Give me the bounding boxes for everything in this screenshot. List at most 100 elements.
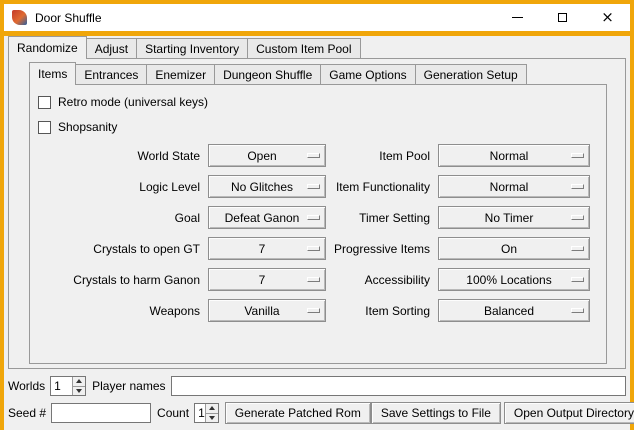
timer-setting-value: No Timer <box>485 211 544 225</box>
item-functionality-dropdown[interactable]: Normal <box>438 175 590 198</box>
crystals-ganon-row: Crystals to harm Ganon 7 <box>38 268 326 291</box>
spin-down-button[interactable] <box>206 413 218 423</box>
accessibility-row: Accessibility 100% Locations <box>326 268 590 291</box>
count-spinner-arrows <box>205 404 218 422</box>
worlds-spinner[interactable]: 1 <box>50 376 86 396</box>
progressive-items-row: Progressive Items On <box>326 237 590 260</box>
window-content: Randomize Adjust Starting Inventory Cust… <box>4 36 630 430</box>
dropdown-indicator-icon <box>571 184 584 189</box>
logic-level-value: No Glitches <box>231 180 303 194</box>
item-pool-value: Normal <box>490 149 539 163</box>
spin-up-button[interactable] <box>206 404 218 413</box>
bottom-controls: Worlds 1 Player names Seed # Count 1 <box>8 375 626 424</box>
crystals-gt-value: 7 <box>259 242 276 256</box>
crystals-ganon-value: 7 <box>259 273 276 287</box>
world-state-value: Open <box>247 149 286 163</box>
worlds-value: 1 <box>51 377 72 395</box>
shopsanity-label: Shopsanity <box>58 120 117 134</box>
goal-label: Goal <box>38 211 208 225</box>
progressive-items-dropdown[interactable]: On <box>438 237 590 260</box>
crystals-gt-row: Crystals to open GT 7 <box>38 237 326 260</box>
progressive-items-label: Progressive Items <box>326 242 438 256</box>
timer-setting-dropdown[interactable]: No Timer <box>438 206 590 229</box>
player-names-input[interactable] <box>171 376 627 396</box>
accessibility-label: Accessibility <box>326 273 438 287</box>
tab-enemizer[interactable]: Enemizer <box>146 64 215 84</box>
progressive-items-value: On <box>501 242 527 256</box>
item-pool-row: Item Pool Normal <box>326 144 590 167</box>
item-sorting-dropdown[interactable]: Balanced <box>438 299 590 322</box>
accessibility-value: 100% Locations <box>466 273 561 287</box>
maximize-icon <box>558 13 567 22</box>
logic-level-label: Logic Level <box>38 180 208 194</box>
tab-custom-item-pool[interactable]: Custom Item Pool <box>247 38 360 58</box>
item-functionality-row: Item Functionality Normal <box>326 175 590 198</box>
tab-adjust[interactable]: Adjust <box>86 38 137 58</box>
tab-game-options[interactable]: Game Options <box>320 64 415 84</box>
seed-row: Seed # Count 1 Generate Patched Rom Save… <box>8 402 626 424</box>
world-state-dropdown[interactable]: Open <box>208 144 326 167</box>
item-pool-dropdown[interactable]: Normal <box>438 144 590 167</box>
dropdown-indicator-icon <box>571 215 584 220</box>
logic-level-dropdown[interactable]: No Glitches <box>208 175 326 198</box>
crystals-ganon-dropdown[interactable]: 7 <box>208 268 326 291</box>
item-sorting-value: Balanced <box>484 304 544 318</box>
timer-setting-row: Timer Setting No Timer <box>326 206 590 229</box>
weapons-dropdown[interactable]: Vanilla <box>208 299 326 322</box>
tab-dungeon-shuffle[interactable]: Dungeon Shuffle <box>214 64 321 84</box>
window-controls: × <box>495 4 630 31</box>
open-output-directory-button[interactable]: Open Output Directory <box>504 402 634 424</box>
count-value: 1 <box>195 404 205 422</box>
tab-items[interactable]: Items <box>29 62 76 85</box>
crystals-gt-label: Crystals to open GT <box>38 242 208 256</box>
close-button[interactable]: × <box>585 4 630 31</box>
goal-dropdown[interactable]: Defeat Ganon <box>208 206 326 229</box>
worlds-row: Worlds 1 Player names <box>8 375 626 397</box>
spin-down-button[interactable] <box>73 386 85 396</box>
close-icon: × <box>601 10 614 25</box>
tab-starting-inventory[interactable]: Starting Inventory <box>136 38 248 58</box>
dropdown-indicator-icon <box>307 277 320 282</box>
accessibility-dropdown[interactable]: 100% Locations <box>438 268 590 291</box>
item-sorting-label: Item Sorting <box>326 304 438 318</box>
worlds-spinner-arrows <box>72 377 85 395</box>
settings-column-left: World State Open Logic Level No Glitches <box>38 144 326 322</box>
dropdown-indicator-icon <box>571 246 584 251</box>
tab-generation-setup[interactable]: Generation Setup <box>415 64 527 84</box>
dropdown-indicator-icon <box>571 277 584 282</box>
generate-patched-rom-button[interactable]: Generate Patched Rom <box>225 402 371 424</box>
randomize-pane: Items Entrances Enemizer Dungeon Shuffle… <box>8 58 626 369</box>
goal-row: Goal Defeat Ganon <box>38 206 326 229</box>
items-pane: Retro mode (universal keys) Shopsanity W… <box>29 84 607 364</box>
window-title: Door Shuffle <box>35 11 495 25</box>
weapons-label: Weapons <box>38 304 208 318</box>
goal-value: Defeat Ganon <box>225 211 310 225</box>
item-functionality-value: Normal <box>490 180 539 194</box>
arrow-down-icon <box>209 416 215 420</box>
settings-column-right: Item Pool Normal Item Functionality Norm… <box>326 144 590 322</box>
weapons-row: Weapons Vanilla <box>38 299 326 322</box>
arrow-up-icon <box>76 379 82 383</box>
shopsanity-checkbox[interactable] <box>38 121 51 134</box>
minimize-icon <box>512 17 523 18</box>
shopsanity-row: Shopsanity <box>38 118 598 136</box>
player-names-label: Player names <box>92 379 165 393</box>
maximize-button[interactable] <box>540 4 585 31</box>
seed-input[interactable] <box>51 403 151 423</box>
save-settings-button[interactable]: Save Settings to File <box>371 402 501 424</box>
tab-entrances[interactable]: Entrances <box>75 64 147 84</box>
tab-randomize[interactable]: Randomize <box>8 36 87 59</box>
dropdown-indicator-icon <box>307 308 320 313</box>
dropdown-indicator-icon <box>307 246 320 251</box>
retro-mode-checkbox[interactable] <box>38 96 51 109</box>
crystals-gt-dropdown[interactable]: 7 <box>208 237 326 260</box>
minimize-button[interactable] <box>495 4 540 31</box>
window: Door Shuffle × Randomize Adjust Starting… <box>0 0 634 430</box>
settings-grid: World State Open Logic Level No Glitches <box>38 144 598 322</box>
item-pool-label: Item Pool <box>326 149 438 163</box>
count-label: Count <box>157 406 189 420</box>
count-spinner[interactable]: 1 <box>194 403 219 423</box>
crystals-ganon-label: Crystals to harm Ganon <box>38 273 208 287</box>
spin-up-button[interactable] <box>73 377 85 386</box>
seed-label: Seed # <box>8 406 46 420</box>
